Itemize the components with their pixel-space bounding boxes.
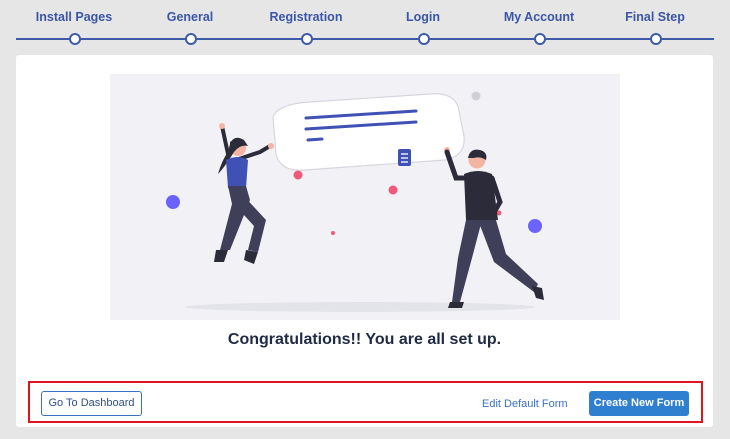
congratulations-heading: Congratulations!! You are all set up. bbox=[227, 331, 502, 348]
edit-default-form-link[interactable]: Edit Default Form bbox=[482, 398, 568, 410]
step-login[interactable]: Login bbox=[406, 10, 440, 24]
setup-complete-card: Congratulations!! You are all set up. bbox=[16, 55, 713, 427]
step-dot-install-pages[interactable] bbox=[69, 33, 81, 45]
step-final-step[interactable]: Final Step bbox=[625, 10, 685, 24]
people-celebrating-illustration bbox=[110, 74, 620, 320]
step-dot-login[interactable] bbox=[418, 33, 430, 45]
step-dot-final-step[interactable] bbox=[650, 33, 662, 45]
go-to-dashboard-button[interactable]: Go To Dashboard bbox=[41, 391, 142, 416]
action-bar: Go To Dashboard Edit Default Form Create… bbox=[28, 381, 703, 423]
step-my-account[interactable]: My Account bbox=[504, 10, 574, 24]
step-registration[interactable]: Registration bbox=[270, 10, 343, 24]
step-general[interactable]: General bbox=[167, 10, 214, 24]
setup-stepper: Install Pages General Registration Login… bbox=[0, 0, 730, 52]
step-dot-general[interactable] bbox=[185, 33, 197, 45]
step-dot-registration[interactable] bbox=[301, 33, 313, 45]
stepper-line bbox=[16, 38, 714, 40]
create-new-form-button[interactable]: Create New Form bbox=[589, 391, 689, 416]
step-dot-my-account[interactable] bbox=[534, 33, 546, 45]
step-install-pages[interactable]: Install Pages bbox=[36, 10, 112, 24]
